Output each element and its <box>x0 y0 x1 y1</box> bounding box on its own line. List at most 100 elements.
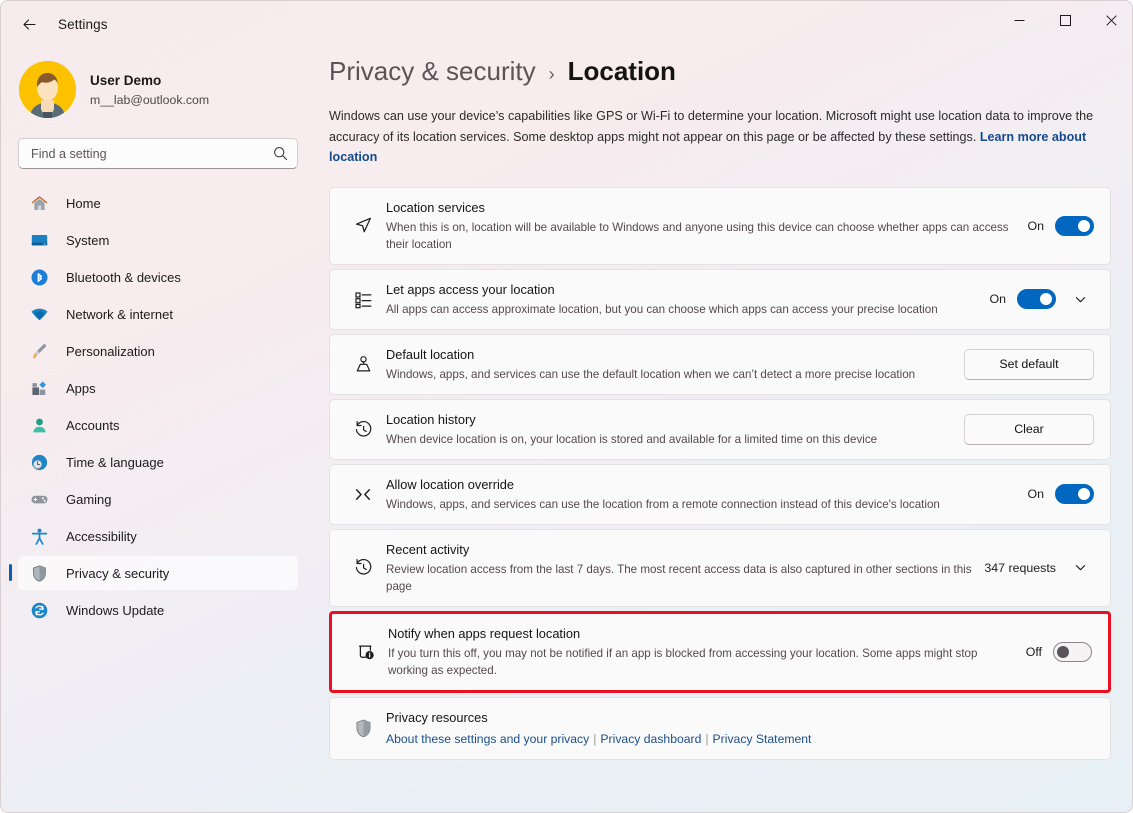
sidebar-item-label: Home <box>66 196 101 211</box>
card-title: Allow location override <box>386 476 1015 494</box>
chevron-down-icon <box>1074 561 1087 574</box>
link-separator: | <box>593 732 596 746</box>
about-settings-privacy-link[interactable]: About these settings and your privacy <box>386 732 589 746</box>
breadcrumb-separator: › <box>549 64 555 85</box>
privacy-dashboard-link[interactable]: Privacy dashboard <box>600 732 701 746</box>
expand-recent-activity-button[interactable] <box>1067 554 1094 581</box>
card-default-location[interactable]: Default location Windows, apps, and serv… <box>329 334 1111 395</box>
card-text: Allow location override Windows, apps, a… <box>382 465 1015 524</box>
accessibility-icon <box>28 525 50 547</box>
toggle-knob <box>1078 220 1090 232</box>
sidebar-item-label: Personalization <box>66 344 155 359</box>
let-apps-access-toggle[interactable] <box>1017 289 1056 309</box>
settings-card-list: Location services When this is on, locat… <box>329 187 1111 760</box>
card-subtitle: Windows, apps, and services can use the … <box>386 496 1015 513</box>
sidebar-item-label: System <box>66 233 109 248</box>
sidebar-item-accessibility[interactable]: Accessibility <box>18 519 298 553</box>
search-input[interactable] <box>31 147 273 161</box>
maximize-icon <box>1060 15 1071 26</box>
accounts-icon <box>28 414 50 436</box>
privacy-statement-link[interactable]: Privacy Statement <box>713 732 812 746</box>
card-title: Location history <box>386 411 952 429</box>
breadcrumb: Privacy & security › Location <box>329 56 1133 87</box>
close-button[interactable] <box>1088 1 1133 39</box>
override-icon <box>344 483 382 506</box>
back-arrow-icon <box>21 16 38 33</box>
card-subtitle: Windows, apps, and services can use the … <box>386 366 952 383</box>
minimize-button[interactable] <box>996 1 1042 39</box>
sidebar-item-home[interactable]: Home <box>18 186 298 220</box>
card-text: Location services When this is on, locat… <box>382 188 1015 264</box>
title-bar: Settings <box>1 1 1133 47</box>
toggle-state-label: On <box>1027 487 1044 501</box>
toggle-state-label: On <box>1027 219 1044 233</box>
card-location-services[interactable]: Location services When this is on, locat… <box>329 187 1111 265</box>
card-notify-apps-request-location[interactable]: Notify when apps request location If you… <box>329 611 1111 693</box>
bluetooth-icon <box>28 266 50 288</box>
sidebar-item-time-language[interactable]: Time & language <box>18 445 298 479</box>
card-controls: On <box>1015 216 1094 236</box>
card-subtitle: When this is on, location will be availa… <box>386 219 1015 253</box>
sidebar-item-system[interactable]: System <box>18 223 298 257</box>
card-controls: On <box>1015 484 1094 504</box>
card-title: Let apps access your location <box>386 281 977 299</box>
expand-let-apps-access-button[interactable] <box>1067 286 1094 313</box>
card-recent-activity[interactable]: Recent activity Review location access f… <box>329 529 1111 607</box>
card-subtitle: If you turn this off, you may not be not… <box>388 645 1014 679</box>
card-title: Notify when apps request location <box>388 625 1014 643</box>
privacy-resource-links: About these settings and your privacy | Pr… <box>386 730 1094 748</box>
card-controls: 347 requests <box>972 554 1094 581</box>
profile-name: User Demo <box>90 71 209 90</box>
link-separator: | <box>705 732 708 746</box>
sidebar-item-network[interactable]: Network & internet <box>18 297 298 331</box>
sidebar-item-privacy-security[interactable]: Privacy & security <box>18 556 298 590</box>
maximize-button[interactable] <box>1042 1 1088 39</box>
location-arrow-icon <box>344 214 382 237</box>
sidebar-item-label: Time & language <box>66 455 164 470</box>
sidebar-item-accounts[interactable]: Accounts <box>18 408 298 442</box>
card-location-history[interactable]: Location history When device location is… <box>329 399 1111 460</box>
app-list-icon <box>344 288 382 311</box>
sidebar-item-gaming[interactable]: Gaming <box>18 482 298 516</box>
toggle-state-label: On <box>989 292 1006 306</box>
sidebar-item-bluetooth[interactable]: Bluetooth & devices <box>18 260 298 294</box>
search-icon <box>273 146 288 161</box>
system-icon <box>28 229 50 251</box>
back-button[interactable] <box>12 9 46 39</box>
search-box[interactable] <box>18 138 298 169</box>
card-let-apps-access-location[interactable]: Let apps access your location All apps c… <box>329 269 1111 330</box>
content-pane: Privacy & security › Location Windows ca… <box>314 47 1133 813</box>
history-icon <box>344 556 382 579</box>
clear-history-button[interactable]: Clear <box>964 414 1094 445</box>
user-profile[interactable]: User Demo m__lab@outlook.com <box>19 61 314 118</box>
window-controls <box>996 1 1133 39</box>
notify-apps-toggle[interactable] <box>1053 642 1092 662</box>
network-icon <box>28 303 50 325</box>
card-subtitle: All apps can access approximate location… <box>386 301 977 318</box>
shield-icon <box>28 562 50 584</box>
card-subtitle: When device location is on, your locatio… <box>386 431 952 448</box>
allow-override-toggle[interactable] <box>1055 484 1094 504</box>
card-controls: Set default <box>952 349 1094 380</box>
shield-icon <box>344 717 382 740</box>
breadcrumb-parent[interactable]: Privacy & security <box>329 56 536 87</box>
card-title: Location services <box>386 199 1015 217</box>
gaming-icon <box>28 488 50 510</box>
sidebar-nav: Home System <box>1 186 314 627</box>
apps-icon <box>28 377 50 399</box>
sidebar-item-personalization[interactable]: Personalization <box>18 334 298 368</box>
location-services-toggle[interactable] <box>1055 216 1094 236</box>
chevron-down-icon <box>1074 293 1087 306</box>
card-text: Recent activity Review location access f… <box>382 530 972 606</box>
card-allow-location-override[interactable]: Allow location override Windows, apps, a… <box>329 464 1111 525</box>
time-icon <box>28 451 50 473</box>
sidebar-item-apps[interactable]: Apps <box>18 371 298 405</box>
page-title: Location <box>568 56 676 87</box>
sidebar-item-label: Network & internet <box>66 307 173 322</box>
toggle-state-label: Off <box>1026 645 1042 659</box>
sidebar-item-windows-update[interactable]: Windows Update <box>18 593 298 627</box>
set-default-button[interactable]: Set default <box>964 349 1094 380</box>
card-text: Location history When device location is… <box>382 400 952 459</box>
history-icon <box>344 418 382 441</box>
sidebar-item-label: Accessibility <box>66 529 137 544</box>
